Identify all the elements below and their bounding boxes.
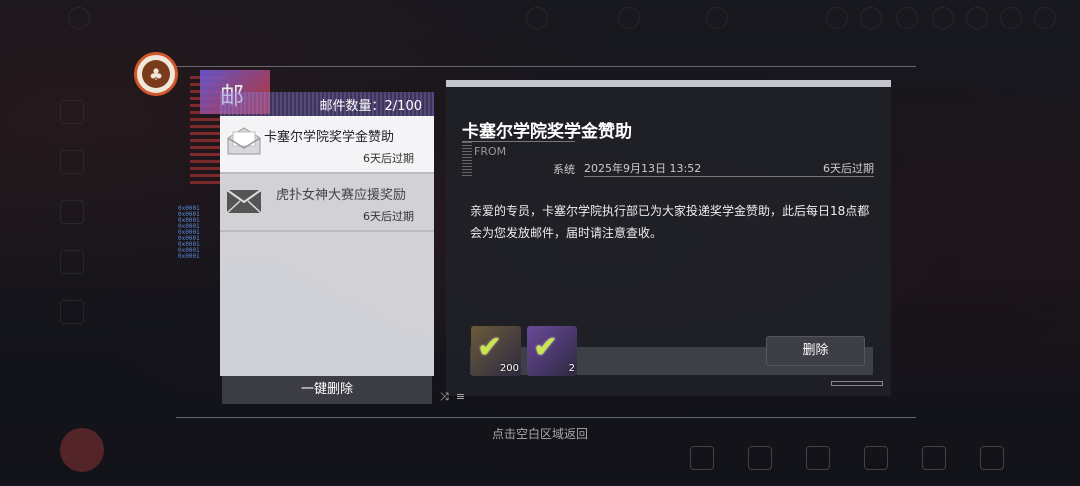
attachment-qty: 2	[568, 363, 575, 374]
mail-count: 邮件数量：2/100	[319, 99, 422, 114]
attachment-item[interactable]: ✔ 2	[527, 326, 577, 376]
mail-subject: 卡塞尔学院奖学金赞助	[264, 130, 395, 145]
mail-list: 卡塞尔学院奖学金赞助 6天后过期 虎扑女神大赛应援奖励 6天后过期	[220, 116, 434, 376]
from-label: FROM	[474, 145, 507, 158]
attachment-qty: 200	[499, 363, 519, 374]
hud-icon	[864, 446, 888, 470]
hud-icon	[748, 446, 772, 470]
hud-icon	[690, 446, 714, 470]
delete-all-button[interactable]: 一键删除	[222, 376, 432, 404]
avatar	[60, 428, 104, 472]
envelope-icon	[226, 189, 262, 214]
toolbar-icons: ⤨ ≡	[440, 390, 465, 404]
check-icon: ✔	[533, 330, 559, 365]
hud-icon	[922, 446, 946, 470]
sender-name: 系统	[553, 163, 575, 176]
mail-expire: 6天后过期	[363, 152, 414, 165]
divider	[176, 66, 916, 67]
check-icon: ✔	[477, 330, 503, 365]
mail-detail-title: 卡塞尔学院奖学金赞助	[462, 122, 632, 142]
mail-body: 亲爱的专员，卡塞尔学院执行部已为大家投递奖学金赞助，此后每日18点都会为您发放邮…	[470, 204, 870, 240]
from-box: FROM 系统	[462, 141, 575, 177]
hud-icon	[980, 446, 1004, 470]
divider	[176, 417, 916, 418]
mail-expire: 6天后过期	[823, 162, 874, 175]
envelope-open-icon	[227, 127, 261, 155]
mail-subject: 虎扑女神大赛应援奖励	[276, 188, 407, 203]
hud-icon	[806, 446, 830, 470]
mail-list-item[interactable]: 卡塞尔学院奖学金赞助 6天后过期	[220, 116, 434, 174]
decorative-codes: 0x0001 0x0001 0x0001 0x0001 0x0001 0x0001 0x00…	[178, 205, 200, 260]
attachment-item[interactable]: ✔ 200	[471, 326, 521, 376]
decorative-stripes	[462, 142, 472, 176]
divider	[584, 176, 874, 177]
mail-list-item[interactable]: 虎扑女神大赛应援奖励 6天后过期	[220, 174, 434, 232]
college-emblem: ♣	[134, 52, 178, 96]
mail-date: 2025年9月13日 13:52	[584, 162, 702, 175]
menu-icon[interactable]: ≡	[456, 390, 465, 403]
delete-button[interactable]: 删除	[767, 337, 864, 365]
mail-expire: 6天后过期	[363, 210, 414, 223]
bottom-hud	[0, 426, 1080, 486]
mail-count-bar: 邮件数量：2/100	[220, 92, 434, 116]
scroll-indicator	[831, 381, 883, 386]
tree-icon: ♣	[142, 60, 170, 88]
mail-detail-panel: 卡塞尔学院奖学金赞助 FROM 系统 2025年9月13日 13:52 6天后过…	[446, 80, 891, 396]
shuffle-icon[interactable]: ⤨	[440, 390, 449, 403]
